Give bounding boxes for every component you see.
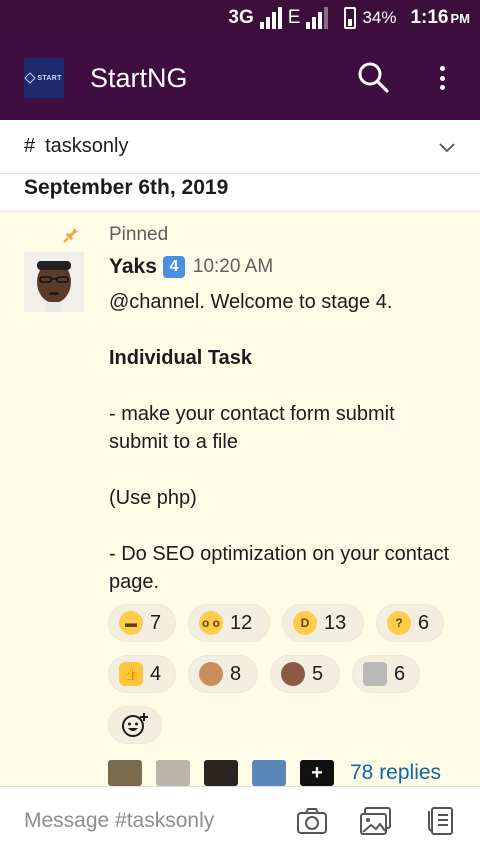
channel-hash-icon: #: [24, 135, 36, 157]
message-line: (Use php): [109, 487, 197, 509]
pinned-label: Pinned: [109, 224, 169, 245]
camera-icon[interactable]: [296, 805, 328, 837]
signal-strength-icon: [259, 7, 282, 29]
reaction-count: 7: [150, 611, 162, 634]
thinking-face-icon: ?: [387, 611, 411, 635]
pin-icon: [63, 224, 78, 243]
sender-avatar[interactable]: [24, 252, 84, 312]
reaction-thinking[interactable]: ? 6: [376, 604, 444, 642]
app-bar: START StartNG: [0, 36, 480, 120]
sender-name[interactable]: Yaks: [109, 255, 157, 279]
reaction-count: 4: [150, 662, 162, 685]
message-line: @channel. Welcome to stage 4.: [109, 291, 393, 313]
status-badge: 4: [162, 256, 185, 278]
flushed-face-icon: o o: [199, 611, 223, 635]
reaction-flushed[interactable]: o o 12: [188, 604, 270, 642]
pinned-message[interactable]: Pinned Yaks 4 10:20 AM @channel. Welcome…: [0, 212, 480, 786]
reaction-facepalming[interactable]: 5: [270, 655, 340, 693]
reaction-count: 6: [394, 662, 406, 685]
reaction-count: 8: [230, 662, 242, 685]
message-input[interactable]: Message #tasksonly: [24, 809, 214, 833]
battery-icon: [344, 7, 357, 29]
workspace-title: StartNG: [90, 62, 188, 93]
message-composer[interactable]: Message #tasksonly: [0, 786, 480, 854]
clock-ampm: PM: [450, 10, 471, 26]
network-type: 3G: [228, 7, 254, 28]
replier-avatar: [252, 760, 286, 786]
message-timestamp: 10:20 AM: [192, 256, 274, 277]
workspace-logo[interactable]: START: [24, 58, 64, 98]
add-emoji-icon: [122, 713, 148, 737]
channel-name: tasksonly: [45, 135, 129, 157]
reaction-technologist[interactable]: 6: [352, 655, 420, 693]
attach-file-icon[interactable]: [424, 805, 456, 837]
reaction-grimacing[interactable]: ▬ 7: [108, 604, 176, 642]
reaction-count: 13: [324, 611, 347, 634]
thread-replies[interactable]: + 78 replies: [108, 760, 441, 786]
avatar-image: [24, 252, 84, 312]
thumbs-up-icon: 👍: [119, 662, 143, 686]
message-header: Yaks 4 10:20 AM: [109, 255, 273, 279]
person-facepalming-icon: [281, 662, 305, 686]
grimacing-face-icon: ▬: [119, 611, 143, 635]
replier-avatar: [156, 760, 190, 786]
reaction-rofl[interactable]: D 13: [282, 604, 364, 642]
technologist-icon: [363, 662, 387, 686]
message-line: - make your contact form submit submit t…: [109, 403, 395, 453]
status-bar: 3G E 34% 1:16 PM: [0, 0, 480, 36]
logo-diamond-icon: [24, 72, 37, 84]
gallery-icon[interactable]: [360, 805, 392, 837]
reaction-gesturing-ok[interactable]: 8: [188, 655, 258, 693]
replier-avatar: [108, 760, 142, 786]
reaction-count: 5: [312, 662, 324, 685]
overflow-menu-icon[interactable]: [430, 62, 454, 94]
battery-percent: 34%: [362, 8, 397, 27]
replies-link[interactable]: 78 replies: [350, 761, 441, 785]
date-divider: September 6th, 2019: [0, 174, 480, 212]
rolling-laughing-face-icon: D: [293, 611, 317, 635]
logo-text: START: [37, 74, 62, 82]
chevron-down-icon[interactable]: [438, 138, 456, 156]
reaction-thumbs-up[interactable]: 👍 4: [108, 655, 176, 693]
network-type-secondary: E: [287, 7, 301, 28]
reaction-count: 6: [418, 611, 430, 634]
add-reaction-button[interactable]: [108, 706, 162, 744]
reaction-count: 12: [230, 611, 253, 634]
replier-avatar: [204, 760, 238, 786]
signal-strength-secondary-icon: [306, 7, 329, 29]
search-icon[interactable]: [356, 60, 390, 94]
message-body: @channel. Welcome to stage 4. Individual…: [109, 288, 459, 596]
message-line-heading: Individual Task: [109, 347, 252, 369]
more-repliers-icon: +: [300, 760, 334, 786]
channel-header[interactable]: # tasksonly: [0, 120, 480, 174]
message-line: - Do SEO optimization on your contact pa…: [109, 543, 450, 593]
clock-time: 1:16: [410, 7, 449, 28]
person-gesturing-ok-icon: [199, 662, 223, 686]
